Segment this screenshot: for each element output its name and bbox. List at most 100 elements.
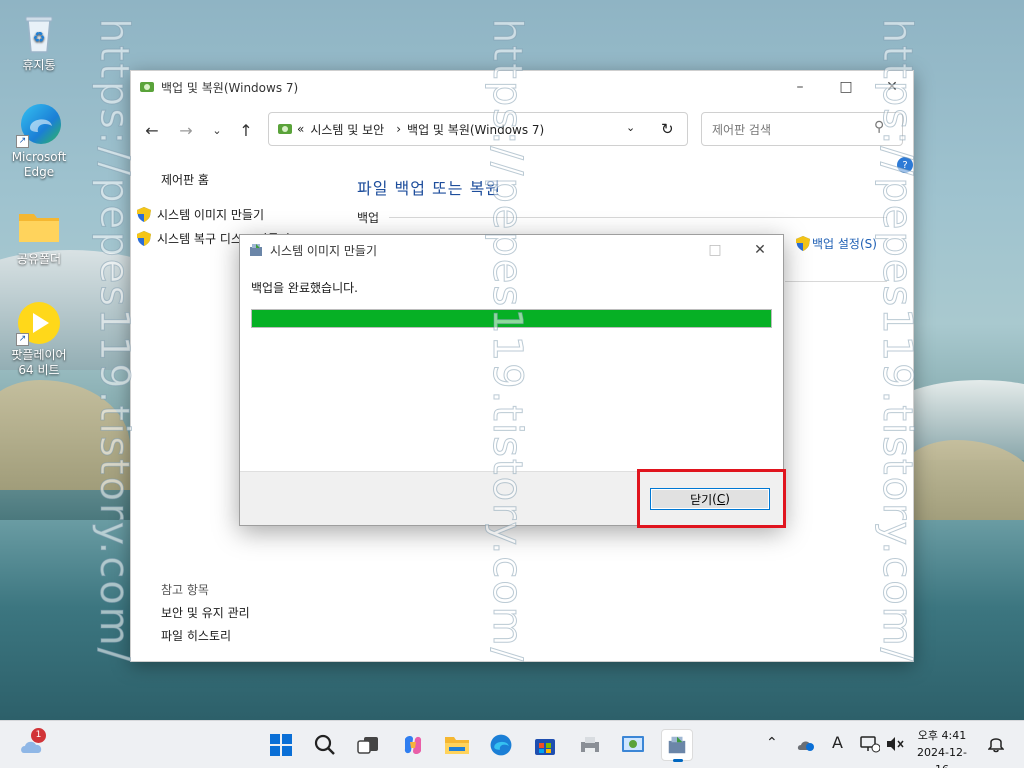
- sidebar-item-label: 시스템 이미지 만들기: [157, 208, 264, 222]
- backup-settings-link[interactable]: 백업 설정(S): [796, 235, 877, 252]
- copilot-icon: [404, 736, 422, 754]
- potplayer-label-line1: 팟플레이어: [11, 348, 67, 362]
- forward-arrow-icon[interactable]: →: [175, 119, 197, 141]
- minimize-button[interactable]: –: [777, 71, 823, 103]
- address-dropdown-icon[interactable]: ⌄: [626, 121, 635, 134]
- control-panel-icon: [278, 124, 292, 134]
- copilot-button[interactable]: [397, 729, 429, 761]
- breadcrumb-backup-restore[interactable]: 백업 및 복원(Windows 7): [407, 121, 544, 138]
- page-title: 파일 백업 또는 복원: [357, 179, 502, 198]
- desktop-icon-recycle-bin[interactable]: ♻ 휴지통: [2, 10, 76, 73]
- desktop-icon-potplayer[interactable]: ↗ 팟플레이어 64 비트: [2, 300, 76, 378]
- taskbar: 1 ⌃ A 오후 4:41 2024-12-16: [0, 720, 1024, 768]
- notification-badge: 1: [31, 728, 46, 743]
- potplayer-icon: ↗: [16, 300, 62, 346]
- search-taskbar-button[interactable]: [309, 729, 341, 761]
- potplayer-label-line2: 64 비트: [18, 363, 60, 377]
- completion-message: 백업을 완료했습니다.: [251, 281, 358, 295]
- notification-bell-icon[interactable]: [987, 735, 1005, 757]
- uac-shield-icon: [137, 231, 151, 246]
- edge-icon: ↗: [16, 102, 62, 148]
- desktop-icon-shared-folder[interactable]: 공유폴더: [2, 204, 76, 267]
- navigation-bar: ← → ⌄ ↑ « 시스템 및 보안 › 백업 및 복원(Windows 7) …: [131, 111, 915, 147]
- active-indicator: [673, 759, 683, 762]
- edge-taskbar-button[interactable]: [485, 729, 517, 761]
- control-panel-button[interactable]: [617, 729, 649, 761]
- clock-date: 2024-12-16: [917, 746, 967, 768]
- shortcut-arrow-icon: ↗: [16, 135, 29, 148]
- task-view-button[interactable]: [352, 729, 384, 761]
- recycle-bin-label: 휴지통: [22, 58, 56, 72]
- dialog-title: 시스템 이미지 만들기: [270, 243, 377, 258]
- section-divider: [389, 217, 887, 218]
- clock-time: 오후 4:41: [917, 729, 967, 742]
- window-title: 백업 및 복원(Windows 7): [161, 80, 299, 95]
- section-divider-2: [785, 281, 887, 282]
- ime-indicator[interactable]: A: [832, 733, 843, 752]
- edge-icon: [490, 734, 512, 756]
- backup-settings-label: 백업 설정(S): [812, 237, 877, 251]
- search-icon: [314, 734, 335, 755]
- edge-label-line1: Microsoft: [11, 150, 67, 164]
- up-arrow-icon[interactable]: ↑: [235, 119, 257, 141]
- close-button-label: 닫기: [690, 492, 713, 507]
- backup-restore-icon: [140, 82, 154, 92]
- close-window-button[interactable]: ✕: [869, 71, 915, 103]
- dialog-maximize-button: □: [708, 242, 722, 258]
- back-arrow-icon[interactable]: ←: [141, 119, 163, 141]
- task-view-icon: [357, 737, 378, 754]
- address-overflow[interactable]: «: [297, 122, 304, 136]
- devices-app-button[interactable]: [574, 729, 606, 761]
- see-also-heading: 참고 항목: [161, 583, 209, 597]
- windows-logo-icon: [270, 734, 292, 756]
- start-button[interactable]: [265, 729, 297, 761]
- backup-section-label: 백업: [357, 211, 380, 225]
- breadcrumb-system-security[interactable]: 시스템 및 보안: [310, 121, 384, 138]
- dialog-close-icon[interactable]: ✕: [737, 235, 783, 265]
- desktop-icon-edge[interactable]: ↗ Microsoft Edge: [2, 102, 76, 180]
- network-icon[interactable]: [860, 735, 881, 757]
- breadcrumb-separator[interactable]: ›: [396, 122, 401, 136]
- search-placeholder: 제어판 검색: [712, 122, 772, 137]
- help-icon[interactable]: ?: [897, 157, 913, 173]
- svg-text:♻: ♻: [33, 30, 46, 46]
- refresh-icon[interactable]: ↻: [661, 120, 674, 138]
- progress-bar: [251, 309, 772, 328]
- weather-widget[interactable]: 1: [18, 728, 46, 757]
- onedrive-icon[interactable]: [796, 737, 816, 755]
- close-button-accelerator: C: [716, 492, 726, 506]
- see-also-file-history[interactable]: 파일 히스토리: [161, 627, 231, 644]
- folder-icon: [16, 204, 62, 250]
- file-explorer-button[interactable]: [441, 729, 473, 761]
- search-icon: ⚲: [874, 119, 885, 135]
- system-image-icon: [668, 736, 686, 754]
- taskbar-clock[interactable]: 오후 4:41 2024-12-16: [912, 727, 972, 768]
- system-image-dialog: 시스템 이미지 만들기 □ ✕ 백업을 완료했습니다. 닫기(C): [239, 234, 784, 526]
- see-also-security-maintenance[interactable]: 보안 및 유지 관리: [161, 604, 250, 621]
- show-hidden-icons-chevron-up-icon[interactable]: ⌃: [766, 735, 778, 751]
- control-panel-icon: [622, 736, 644, 752]
- maximize-button[interactable]: □: [823, 71, 869, 103]
- system-image-taskbar-button[interactable]: [661, 729, 693, 762]
- volume-muted-icon[interactable]: [886, 736, 904, 756]
- search-box[interactable]: 제어판 검색 ⚲: [701, 112, 903, 146]
- close-button[interactable]: 닫기(C): [650, 488, 770, 510]
- system-image-icon: [250, 244, 262, 256]
- recent-chevron-down-icon[interactable]: ⌄: [206, 119, 228, 141]
- folder-icon: [445, 737, 469, 754]
- wallpaper-grass-left: [0, 380, 130, 490]
- recycle-bin-icon: ♻: [16, 10, 62, 56]
- shortcut-arrow-icon: ↗: [16, 333, 29, 346]
- dialog-footer: 닫기(C): [240, 471, 783, 525]
- wallpaper-grass-right: [900, 440, 1024, 530]
- printer-icon: [581, 737, 599, 754]
- control-panel-home-link[interactable]: 제어판 홈: [161, 171, 209, 188]
- shared-folder-label: 공유폴더: [16, 252, 62, 266]
- progress-fill: [252, 310, 771, 327]
- uac-shield-icon: [796, 236, 810, 251]
- address-bar[interactable]: « 시스템 및 보안 › 백업 및 복원(Windows 7) ⌄ ↻: [268, 112, 688, 146]
- uac-shield-icon: [137, 207, 151, 222]
- store-button[interactable]: [529, 729, 561, 761]
- edge-label-line2: Edge: [23, 165, 55, 179]
- sidebar-item-system-image[interactable]: 시스템 이미지 만들기: [137, 206, 264, 223]
